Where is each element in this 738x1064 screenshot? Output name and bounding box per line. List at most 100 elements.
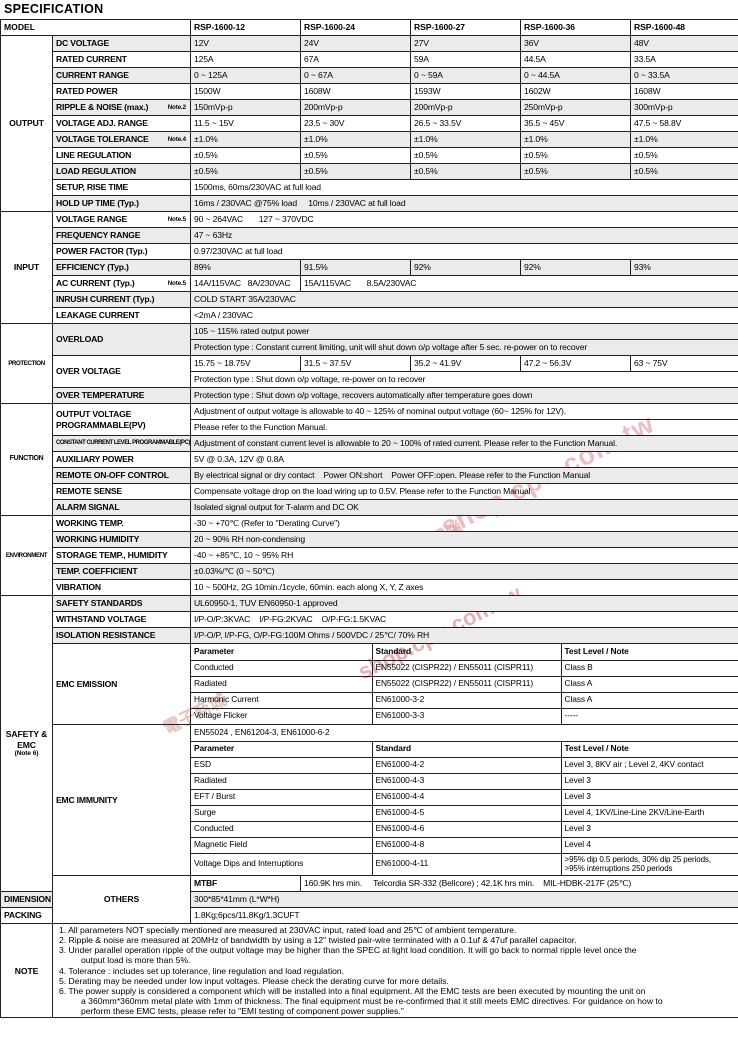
cell-temp-coefficient: ±0.03%/℃ (0 ~ 50℃) bbox=[190, 563, 738, 580]
table-row: CONSTANT CURRENT LEVEL PROGRAMMABLE(PC) … bbox=[1, 435, 738, 452]
table-row: EFT / Burst EN61000-4-4 Level 3 bbox=[191, 789, 738, 806]
param-vibration: VIBRATION bbox=[52, 579, 191, 596]
param-rated-current: RATED CURRENT bbox=[52, 51, 191, 68]
cell: 35.5 ~ 45V bbox=[520, 115, 631, 132]
cell-voltage-dips: >95% dip 0.5 periods, 30% dip 25 periods… bbox=[564, 854, 712, 874]
cell-immunity-standards: EN55024 , EN61204-3, EN61000-6-2 bbox=[191, 725, 738, 742]
cell-remote-sense: Compensate voltage drop on the load wiri… bbox=[190, 483, 738, 500]
cell: ESD bbox=[191, 757, 373, 774]
cell: 200mVp-p bbox=[410, 99, 521, 116]
model-col-3: RSP-1600-27 bbox=[410, 19, 521, 36]
cell-ac-current-b: 15A/115VAC 8.5A/230VAC bbox=[300, 275, 738, 292]
cell: 15.75 ~ 18.75V bbox=[190, 355, 301, 372]
table-row: ALARM SIGNAL Isolated signal output for … bbox=[1, 499, 738, 516]
col-header-standard: Standard bbox=[372, 644, 562, 661]
param-efficiency: EFFICIENCY (Typ.) bbox=[52, 259, 191, 276]
cell-remote-on-off: By electrical signal or dry contact Powe… bbox=[190, 467, 738, 484]
param-over-temperature: OVER TEMPERATURE bbox=[52, 387, 191, 404]
cell: 93% bbox=[630, 259, 738, 276]
table-row: OVER TEMPERATURE Protection type : Shut … bbox=[1, 387, 738, 404]
cell: EN55022 (CISPR22) / EN55011 (CISPR11) bbox=[372, 676, 562, 693]
cell-pv-line1: Adjustment of output voltage is allowabl… bbox=[190, 403, 738, 420]
cell: ±0.5% bbox=[630, 163, 738, 180]
table-row: WITHSTAND VOLTAGE I/P-O/P:3KVAC I/P-FG:2… bbox=[1, 611, 738, 628]
emc-immunity-table: EN55024 , EN61204-3, EN61000-6-2 Paramet… bbox=[191, 725, 738, 875]
cell-frequency-range: 47 ~ 63Hz bbox=[190, 227, 738, 244]
cell: EFT / Burst bbox=[191, 789, 373, 806]
cell-vibration: 10 ~ 500Hz, 2G 10min./1cycle, 60min. eac… bbox=[190, 579, 738, 596]
table-row: EFFICIENCY (Typ.) 89% 91.5% 92% 92% 93% bbox=[1, 259, 738, 276]
param-temp-coefficient: TEMP. COEFFICIENT bbox=[52, 563, 191, 580]
param-working-humidity: WORKING HUMIDITY bbox=[52, 531, 191, 548]
param-voltage-adj-range: VOLTAGE ADJ. RANGE bbox=[52, 115, 191, 132]
cell: ±0.5% bbox=[300, 147, 411, 164]
model-col-5: RSP-1600-48 bbox=[630, 19, 738, 36]
table-row: OVER VOLTAGE 15.75 ~ 18.75V 31.5 ~ 37.5V… bbox=[1, 355, 738, 388]
cell-voltage-range: 90 ~ 264VAC 127 ~ 370VDC bbox=[190, 211, 738, 228]
note-ref: Note.4 bbox=[167, 136, 186, 144]
cell: 63 ~ 75V bbox=[630, 355, 738, 372]
note-item: 4. Tolerance : includes set up tolerance… bbox=[59, 965, 345, 976]
cell: Level 4 bbox=[561, 837, 738, 854]
cell: 125A bbox=[190, 51, 301, 68]
cell: 1500W bbox=[190, 83, 301, 100]
param-remote-on-off-control: REMOTE ON-OFF CONTROL bbox=[52, 467, 191, 484]
cell: 33.5A bbox=[630, 51, 738, 68]
param-remote-sense: REMOTE SENSE bbox=[52, 483, 191, 500]
section-label-function: FUNCTION bbox=[0, 403, 53, 516]
table-row: Surge EN61000-4-5 Level 4, 1KV/Line-Line… bbox=[191, 805, 738, 822]
table-row: Conducted EN55022 (CISPR22) / EN55011 (C… bbox=[191, 660, 738, 677]
note-list: 1. All parameters NOT specially mentione… bbox=[52, 922, 738, 1019]
cell: EN61000-4-3 bbox=[372, 773, 562, 790]
cell: 1593W bbox=[410, 83, 521, 100]
table-row: FREQUENCY RANGE 47 ~ 63Hz bbox=[1, 227, 738, 244]
table-row: LEAKAGE CURRENT <2mA / 230VAC bbox=[1, 307, 738, 324]
cell: 92% bbox=[520, 259, 631, 276]
col-header-standard: Standard bbox=[372, 741, 562, 758]
table-row: LOAD REGULATION ±0.5% ±0.5% ±0.5% ±0.5% … bbox=[1, 163, 738, 180]
cell-power-factor: 0.97/230VAC at full load bbox=[190, 243, 738, 260]
table-header-row: Parameter Standard Test Level / Note bbox=[191, 741, 738, 758]
cell: 89% bbox=[190, 259, 301, 276]
param-emc-emission: EMC EMISSION bbox=[52, 643, 191, 725]
cell-dimension: 300*85*41mm (L*W*H) bbox=[190, 891, 738, 908]
cell-packing: 1.8Kg;6pcs/11.8Kg/1.3CUFT bbox=[190, 907, 738, 924]
table-row: Note.5 AC CURRENT (Typ.) 14A/115VAC 8A/23… bbox=[1, 275, 738, 292]
cell: Level 3, 8KV air ; Level 2, 4KV contact bbox=[561, 757, 738, 774]
col-header-parameter: Parameter bbox=[191, 644, 373, 661]
table-row: Note.2 RIPPLE & NOISE (max.) 150mVp-p 200… bbox=[1, 99, 738, 116]
cell: ±0.5% bbox=[190, 163, 301, 180]
cell: Voltage Flicker bbox=[191, 708, 373, 724]
cell-working-humidity: 20 ~ 90% RH non-condensing bbox=[190, 531, 738, 548]
col-header-test-level: Test Level / Note bbox=[561, 644, 738, 661]
param-mtbf: MTBF bbox=[190, 875, 301, 892]
section-label-safety-emc: SAFETY & EMC (Note 6) bbox=[0, 595, 53, 892]
cell: 36V bbox=[520, 35, 631, 52]
cell: ±0.5% bbox=[410, 147, 521, 164]
safety-label-note: (Note 6) bbox=[14, 749, 39, 757]
section-label-output: OUTPUT bbox=[0, 35, 53, 212]
param-load-regulation: LOAD REGULATION bbox=[52, 163, 191, 180]
cell: ±0.5% bbox=[520, 147, 631, 164]
table-row: Voltage Flicker EN61000-3-3 ----- bbox=[191, 708, 738, 724]
cell: ±0.5% bbox=[630, 147, 738, 164]
cell: ±1.0% bbox=[300, 131, 411, 148]
table-row: REMOTE SENSE Compensate voltage drop on … bbox=[1, 483, 738, 500]
cell: 47.5 ~ 58.8V bbox=[630, 115, 738, 132]
param-frequency-range: FREQUENCY RANGE bbox=[52, 227, 191, 244]
cell: EN61000-4-6 bbox=[372, 821, 562, 838]
cell: 12V bbox=[190, 35, 301, 52]
table-row: RATED CURRENT 125A 67A 59A 44.5A 33.5A bbox=[1, 51, 738, 68]
cell: ±1.0% bbox=[630, 131, 738, 148]
cell: 48V bbox=[630, 35, 738, 52]
cell: EN61000-4-2 bbox=[372, 757, 562, 774]
cell: ±0.5% bbox=[410, 163, 521, 180]
section-label-environment: ENVIRONMENT bbox=[0, 515, 53, 596]
section-label-input: INPUT bbox=[0, 211, 53, 324]
table-row: OTHERS MTBF 160.9K hrs min. Telcordia SR… bbox=[1, 875, 738, 924]
param-rated-power: RATED POWER bbox=[52, 83, 191, 100]
param-ripple-noise: Note.2 RIPPLE & NOISE (max.) bbox=[52, 99, 191, 116]
cell: ±0.5% bbox=[300, 163, 411, 180]
cell: Class A bbox=[561, 692, 738, 709]
safety-label-line2: EMC bbox=[17, 739, 36, 750]
